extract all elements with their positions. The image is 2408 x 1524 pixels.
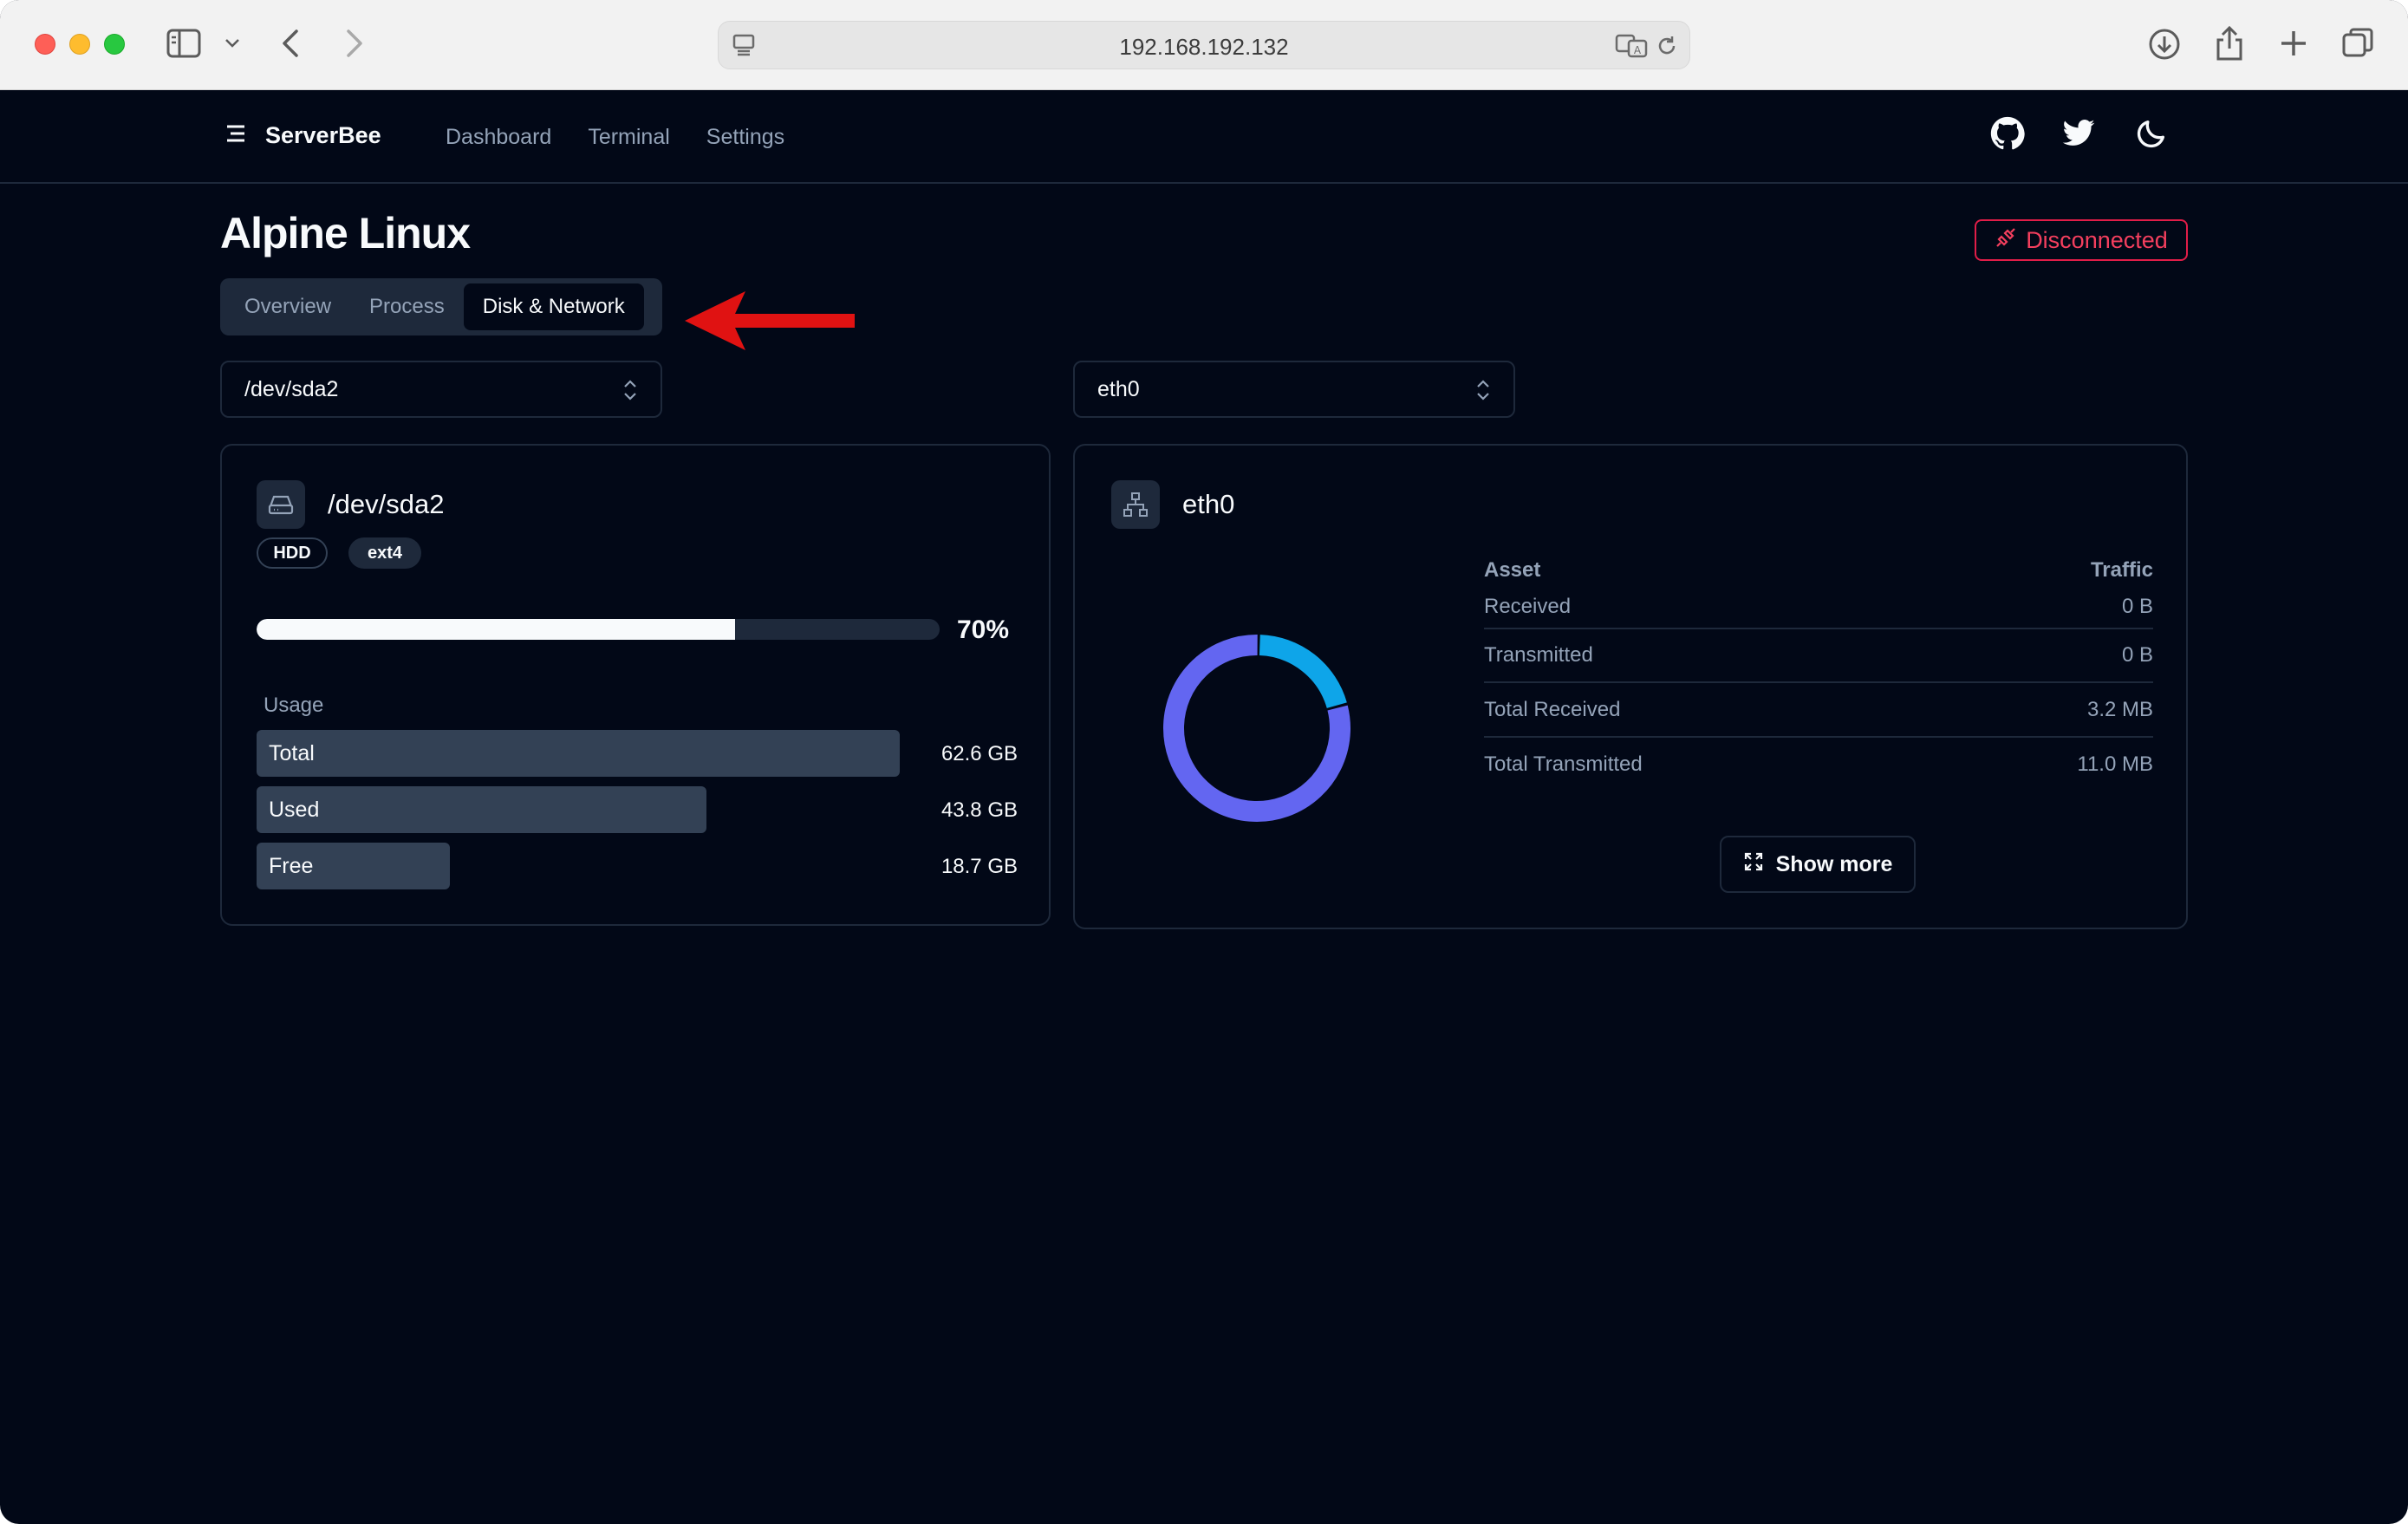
url-text: 192.168.192.132 <box>1119 34 1289 60</box>
disk-name: /dev/sda2 <box>328 489 445 519</box>
close-window-button[interactable] <box>35 34 55 55</box>
usage-value: 18.7 GB <box>940 855 1018 878</box>
minimize-window-button[interactable] <box>69 34 90 55</box>
disk-select[interactable]: /dev/sda2 <box>220 361 662 418</box>
usage-label: Usage <box>264 694 324 717</box>
table-row: Transmitted 0 B <box>1484 629 2153 683</box>
nav-links: Dashboard Terminal Settings <box>446 125 784 150</box>
network-icon <box>1111 480 1160 529</box>
network-select-value: eth0 <box>1097 376 1140 401</box>
disk-type-badge: HDD <box>257 537 328 569</box>
expand-icon <box>1743 851 1764 878</box>
tab-disk-network[interactable]: Disk & Network <box>463 283 644 330</box>
table-cell-asset: Total Received <box>1484 698 1621 721</box>
new-tab-icon[interactable] <box>2278 28 2309 59</box>
browser-window: 192.168.192.132 A ServerBee Dashboard Te… <box>0 0 2408 1524</box>
filesystem-badge: ext4 <box>348 537 421 569</box>
nav-link-settings[interactable]: Settings <box>706 125 784 150</box>
tab-process[interactable]: Process <box>350 283 464 330</box>
page-title: Alpine Linux <box>220 209 471 257</box>
usage-value: 43.8 GB <box>940 798 1018 822</box>
disk-usage-progress-fill <box>257 619 735 640</box>
app-navbar: ServerBee Dashboard Terminal Settings <box>0 90 2408 184</box>
sidebar-toggle-icon[interactable] <box>166 28 203 59</box>
table-cell-asset: Total Transmitted <box>1484 752 1643 776</box>
usage-row-free: Free 18.7 GB <box>257 843 1018 889</box>
brand-name[interactable]: ServerBee <box>265 122 381 149</box>
usage-bar: Free <box>257 843 450 889</box>
show-more-label: Show more <box>1775 851 1893 876</box>
back-icon[interactable] <box>279 28 303 59</box>
hard-drive-icon <box>257 480 305 529</box>
chevron-down-icon[interactable] <box>224 35 241 52</box>
nav-link-terminal[interactable]: Terminal <box>588 125 669 150</box>
table-row: Total Received 3.2 MB <box>1484 684 2153 738</box>
address-bar[interactable]: 192.168.192.132 A <box>718 21 1690 69</box>
table-cell-asset: Transmitted <box>1484 643 1593 667</box>
network-card: eth0 Asset Traffic Received 0 B Transmit… <box>1073 444 2188 929</box>
select-chevrons-icon <box>621 378 640 408</box>
github-icon[interactable] <box>1990 116 2025 155</box>
detail-tabs: Overview Process Disk & Network <box>220 278 662 335</box>
select-chevrons-icon <box>1474 378 1493 408</box>
menu-icon[interactable] <box>224 121 248 150</box>
annotation-arrow <box>685 288 858 358</box>
dark-mode-toggle-icon[interactable] <box>2134 116 2169 155</box>
downloads-icon[interactable] <box>2148 28 2181 61</box>
nav-link-dashboard[interactable]: Dashboard <box>446 125 551 150</box>
reload-icon[interactable] <box>1655 34 1679 58</box>
usage-value: 62.6 GB <box>940 742 1018 765</box>
usage-bar: Total <box>257 730 900 777</box>
translate-icon[interactable]: A <box>1615 33 1650 59</box>
table-row: Received 0 B <box>1484 576 2153 629</box>
status-badge: Disconnected <box>1975 219 2188 261</box>
twitter-icon[interactable] <box>2061 116 2096 155</box>
tab-overview[interactable]: Overview <box>225 283 350 330</box>
disk-select-value: /dev/sda2 <box>244 376 339 401</box>
table-row: Total Transmitted 11.0 MB <box>1484 739 2153 792</box>
tab-overview-icon[interactable] <box>2340 26 2375 61</box>
table-cell-asset: Received <box>1484 595 1572 618</box>
table-cell-traffic: 0 B <box>2121 595 2153 618</box>
disk-usage-progress <box>257 619 940 640</box>
disconnected-plug-icon <box>1995 226 2017 255</box>
status-text: Disconnected <box>2026 226 2168 253</box>
browser-toolbar: 192.168.192.132 A <box>0 0 2408 90</box>
table-cell-traffic: 3.2 MB <box>2086 698 2153 721</box>
network-select[interactable]: eth0 <box>1073 361 1515 418</box>
show-more-button[interactable]: Show more <box>1720 836 1916 893</box>
table-cell-traffic: 11.0 MB <box>2077 752 2153 776</box>
forward-icon[interactable] <box>342 28 366 59</box>
network-interface-name: eth0 <box>1182 489 1235 519</box>
traffic-donut-chart <box>1163 635 1350 822</box>
svg-text:A: A <box>1634 44 1642 56</box>
usage-row-total: Total 62.6 GB <box>257 730 1018 777</box>
table-cell-traffic: 0 B <box>2121 643 2153 667</box>
usage-bar: Used <box>257 786 706 833</box>
disk-usage-percent: 70% <box>957 615 1010 644</box>
brand[interactable]: ServerBee <box>224 121 381 150</box>
usage-row-used: Used 43.8 GB <box>257 786 1018 833</box>
disk-card: /dev/sda2 HDD ext4 70% Usage Total 62.6 … <box>220 444 1051 926</box>
share-icon[interactable] <box>2214 24 2245 62</box>
maximize-window-button[interactable] <box>104 34 125 55</box>
